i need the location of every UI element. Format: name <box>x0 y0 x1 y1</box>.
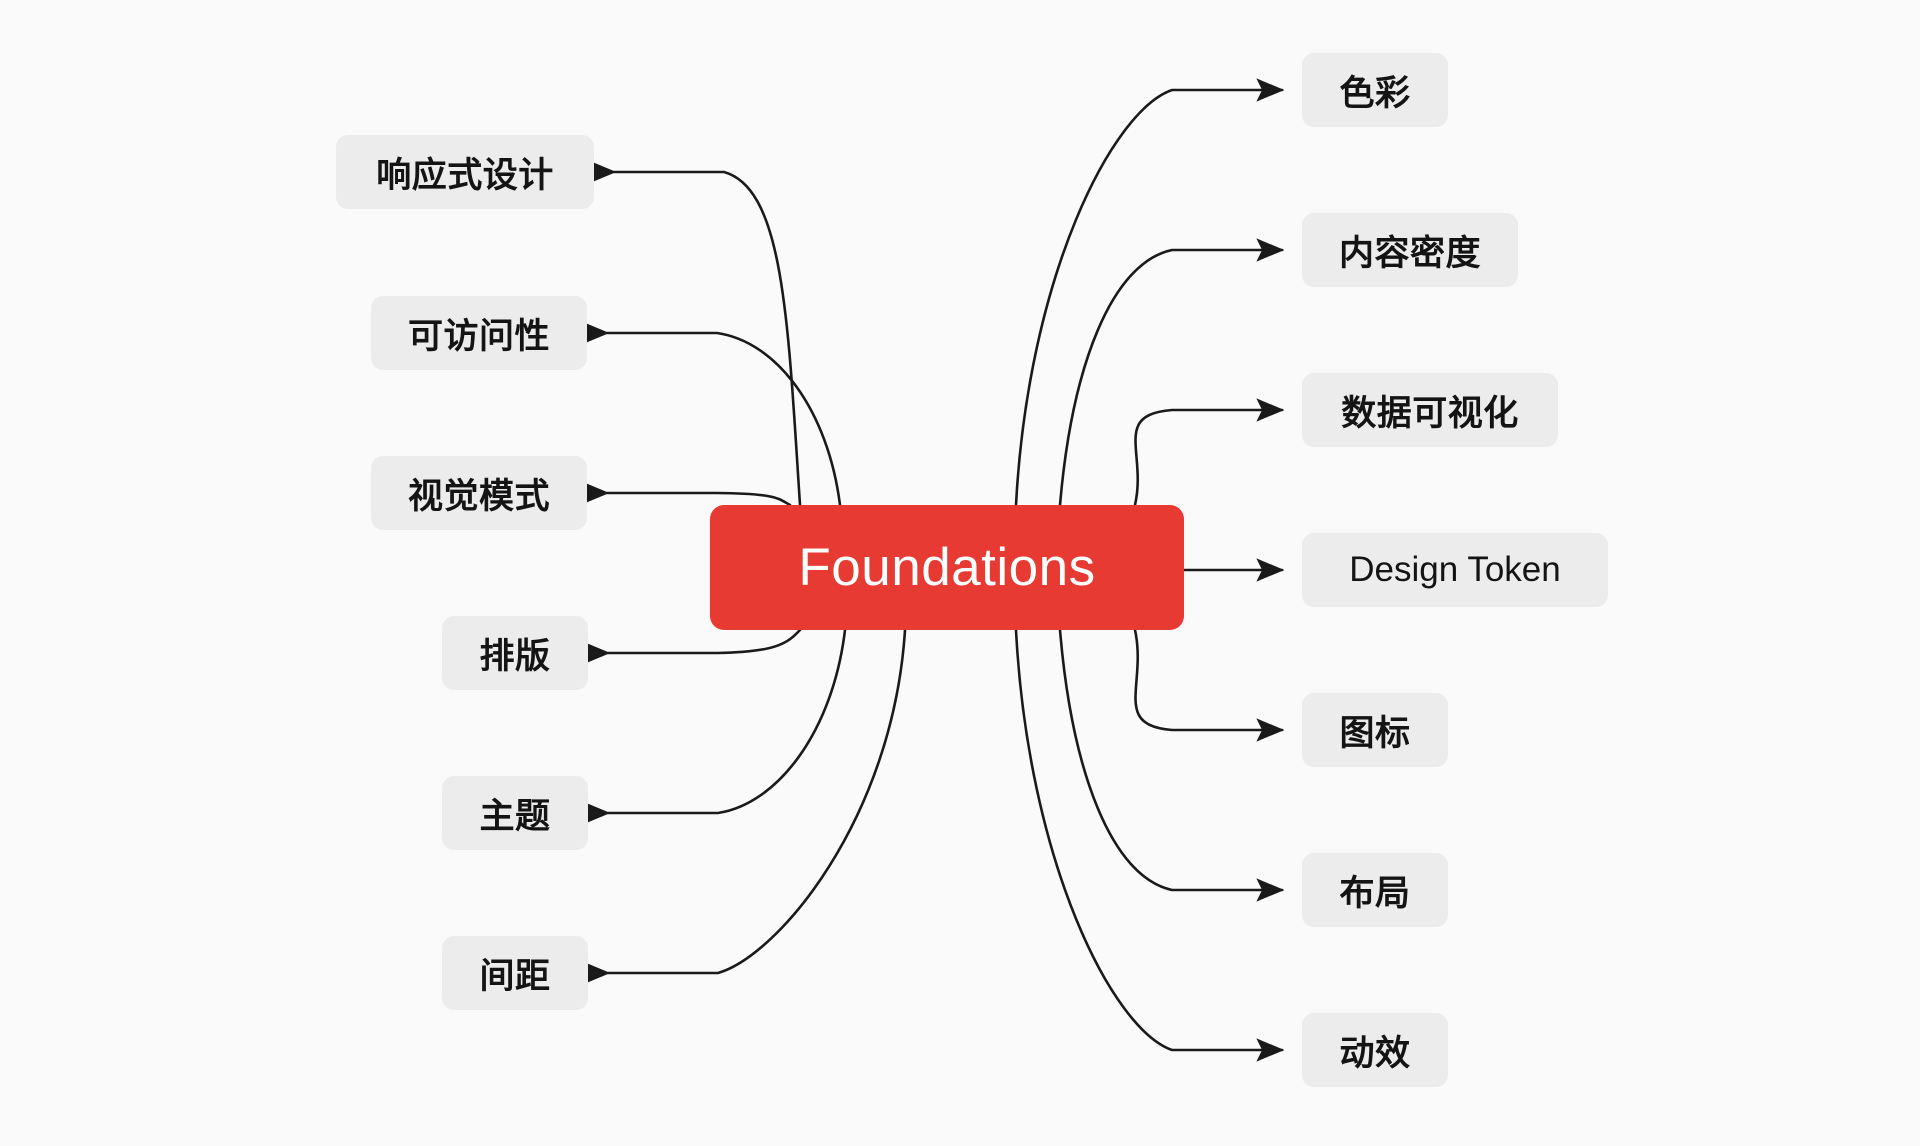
leaf-node-label: 内容密度 <box>1338 233 1481 273</box>
edge-left-4 <box>582 628 847 825</box>
leaf-node-label: 间距 <box>479 956 551 996</box>
leaf-node-left-4[interactable]: 主题 <box>442 776 588 850</box>
leaf-node-label: 动效 <box>1339 1033 1411 1073</box>
leaf-node-right-2[interactable]: 数据可视化 <box>1302 373 1558 447</box>
leaf-node-label: 数据可视化 <box>1341 393 1519 433</box>
leaf-node-label: 响应式设计 <box>376 155 554 195</box>
leaf-node-label: 排版 <box>479 636 551 676</box>
leaf-node-label: 布局 <box>1339 873 1411 913</box>
leaf-node-right-1[interactable]: 内容密度 <box>1302 213 1518 287</box>
edge-right-4 <box>1133 628 1285 742</box>
root-node-foundations[interactable]: Foundations <box>710 505 1184 630</box>
leaf-node-label: Design Token <box>1349 550 1561 589</box>
edge-left-0 <box>588 160 802 507</box>
edge-right-6 <box>1014 628 1285 1062</box>
leaf-node-label: 主题 <box>479 796 551 836</box>
leaf-node-left-1[interactable]: 可访问性 <box>371 296 587 370</box>
leaf-node-right-5[interactable]: 布局 <box>1302 853 1448 927</box>
edge-left-5 <box>582 628 907 985</box>
edge-left-2 <box>581 481 792 507</box>
leaf-node-left-0[interactable]: 响应式设计 <box>336 135 594 209</box>
leaf-node-label: 可访问性 <box>407 316 550 356</box>
leaf-node-label: 视觉模式 <box>407 476 550 516</box>
leaf-node-right-4[interactable]: 图标 <box>1302 693 1448 767</box>
edge-left-1 <box>581 321 842 507</box>
edge-right-2 <box>1133 398 1285 507</box>
leaf-node-left-5[interactable]: 间距 <box>442 936 588 1010</box>
leaf-node-left-3[interactable]: 排版 <box>442 616 588 690</box>
edge-left-3 <box>582 628 802 665</box>
leaf-node-right-6[interactable]: 动效 <box>1302 1013 1448 1087</box>
mindmap-canvas: Foundations 响应式设计可访问性视觉模式排版主题间距 色彩内容密度数据… <box>0 0 1920 1146</box>
leaf-node-right-0[interactable]: 色彩 <box>1302 53 1448 127</box>
edge-right-0 <box>1014 78 1285 507</box>
edge-right-1 <box>1058 238 1285 507</box>
root-node-label: Foundations <box>798 538 1096 597</box>
leaf-node-label: 色彩 <box>1339 73 1411 113</box>
edge-right-5 <box>1058 628 1285 902</box>
leaf-node-left-2[interactable]: 视觉模式 <box>371 456 587 530</box>
leaf-node-label: 图标 <box>1339 713 1411 753</box>
leaf-node-right-3[interactable]: Design Token <box>1302 533 1608 607</box>
